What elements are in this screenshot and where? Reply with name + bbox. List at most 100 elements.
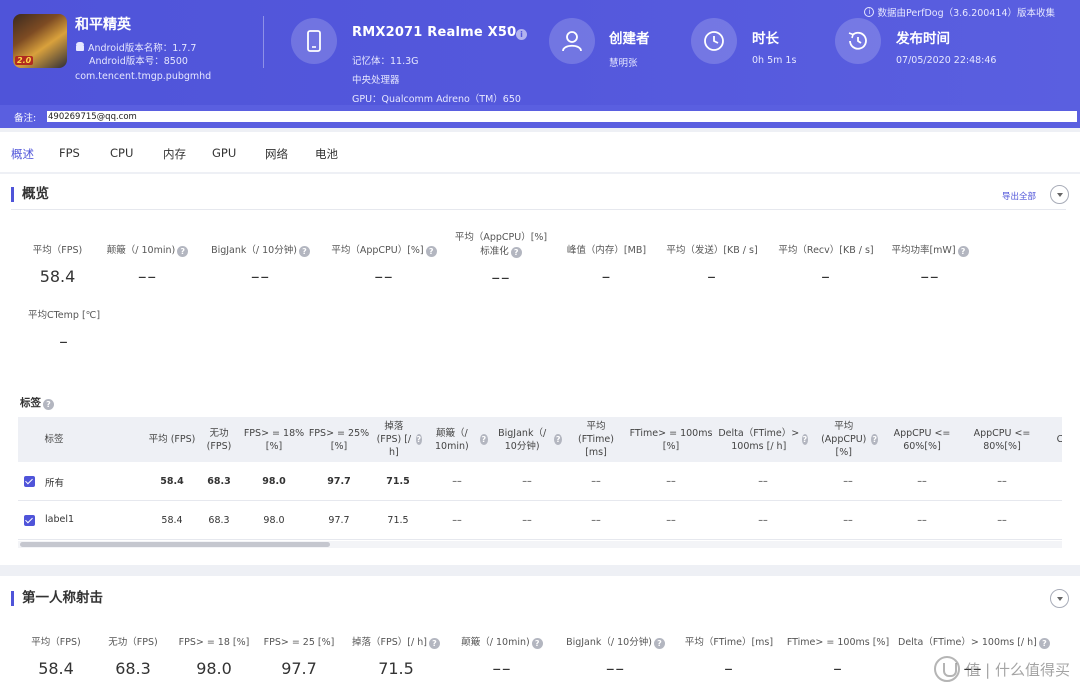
tags-heading: 标签? — [20, 395, 54, 410]
column-header[interactable]: AppCPU <= 80%[%] — [966, 417, 1038, 462]
help-icon[interactable]: ? — [177, 246, 189, 257]
table-row[interactable]: 所有 58.4 68.3 98.0 97.7 71.5 –– –– –– –– … — [18, 462, 1062, 501]
metric-value: –– — [606, 659, 625, 679]
column-header[interactable]: 无功 (FPS) — [196, 417, 242, 462]
metric-avg-power: 平均功率[mW]? –– — [888, 244, 972, 287]
metric-label: 颠簸（/ 10min)? — [100, 244, 195, 258]
table-row[interactable]: label1 58.4 68.3 98.0 97.7 71.5 –– –– ––… — [18, 501, 1062, 540]
column-header[interactable]: 平均 (AppCPU) [%]? — [818, 417, 878, 462]
metric-label: 平均（Recv）[KB / s] — [778, 245, 874, 256]
user-icon — [549, 18, 595, 64]
help-icon[interactable]: ? — [428, 638, 440, 649]
tab-network[interactable]: 网络 — [265, 146, 288, 162]
table-cell: –– — [917, 476, 927, 487]
metric-value: – — [821, 267, 831, 287]
help-icon[interactable]: ? — [554, 434, 562, 445]
table-cell: –– — [666, 476, 676, 487]
column-header[interactable]: Delta（FTime）> 100ms [/ h]? — [718, 417, 808, 462]
remark-input[interactable] — [47, 111, 1077, 122]
device-name: RMX2071 Realme X50 — [352, 25, 517, 40]
fps-panel: 第一人称射击 平均（FPS) 58.4 无功（FPS) 68.3 FPS> = … — [0, 576, 1080, 697]
metric-value: –– — [251, 267, 270, 287]
column-header[interactable]: FPS> = 25% [%] — [306, 417, 372, 462]
phone-icon — [291, 18, 337, 64]
help-icon[interactable]: ? — [1038, 638, 1050, 649]
tags-table: 标签 平均 (FPS) 无功 (FPS) FPS> = 18% [%] FPS>… — [18, 417, 1062, 549]
help-icon[interactable]: ? — [43, 399, 54, 410]
metric-avg-ftime: 平均（FTime）[ms] – — [682, 636, 776, 679]
metric-value: – — [707, 267, 717, 287]
help-icon[interactable]: ? — [531, 638, 543, 649]
metric-label: 无功（FPS) — [108, 637, 158, 648]
android-version-code: Android版本号：8500 — [89, 56, 188, 67]
help-icon[interactable]: ? — [510, 247, 522, 258]
help-icon[interactable]: ? — [425, 246, 437, 257]
device-more-button[interactable]: ··· — [498, 22, 510, 37]
column-header[interactable]: 平均 (FPS) — [148, 417, 196, 462]
metric-label: 平均功率[mW]? — [888, 244, 972, 258]
help-icon[interactable]: ? — [298, 246, 310, 257]
metric-bigjank: BigJank（/ 10分钟)? –– — [558, 636, 673, 679]
column-header[interactable]: 平均 (FTime) [ms] — [572, 417, 620, 462]
column-header[interactable]: 掉落 (FPS) [/ h]? — [374, 417, 422, 462]
help-icon[interactable]: ? — [479, 434, 488, 445]
overview-panel: 概览 导出全部 平均（FPS) 58.4 颠簸（/ 10min)? –– Big… — [0, 174, 1080, 565]
metric-label-text: Delta（FTime）> 100ms [/ h] — [898, 637, 1037, 648]
column-header[interactable]: FTime> = 100ms [%] — [628, 417, 714, 462]
table-cell: 98.0 — [263, 515, 285, 526]
help-icon[interactable]: ? — [653, 638, 665, 649]
overview-title: 概览 — [11, 187, 49, 202]
help-icon[interactable]: ? — [415, 434, 422, 445]
metric-label: 平均（FPS) — [32, 245, 83, 256]
column-header[interactable]: FPS> = 18% [%] — [242, 417, 306, 462]
metric-label: 平均（AppCPU）[%] — [454, 232, 548, 243]
tab-battery[interactable]: 电池 — [315, 146, 338, 162]
row-name: label1 — [45, 514, 75, 525]
device-gpu: GPU：Qualcomm Adreno（TM）650 — [352, 94, 521, 105]
column-header[interactable]: 标签 — [18, 417, 90, 462]
metric-avg-appcpu-normalized: 平均（AppCPU）[%] 标准化? –– — [450, 231, 552, 288]
app-icon: 2.0 — [13, 14, 67, 68]
metric-label: 颠簸（/ 10min)? — [454, 636, 550, 650]
tab-cpu[interactable]: CPU — [110, 146, 133, 160]
column-header[interactable]: C — [1054, 417, 1062, 462]
column-header[interactable]: BigJank（/ 10分钟)? — [492, 417, 562, 462]
device-info-icon[interactable]: i — [516, 29, 527, 40]
tab-overview[interactable]: 概述 — [11, 146, 34, 162]
table-cell: 68.3 — [208, 515, 230, 526]
row-checkbox[interactable] — [24, 476, 35, 487]
android-version-code-line: Android版本号：8500 — [89, 53, 188, 67]
tab-gpu[interactable]: GPU — [212, 146, 236, 160]
metric-value: 58.4 — [39, 267, 76, 286]
table-cell: 71.5 — [387, 515, 409, 526]
fps-collapse-button[interactable] — [1050, 589, 1069, 608]
duration-value: 0h 5m 1s — [752, 55, 797, 66]
tab-fps[interactable]: FPS — [59, 146, 80, 160]
table-cell: –– — [843, 476, 853, 487]
row-name-cell: label1 — [18, 501, 146, 540]
table-horizontal-scrollbar[interactable] — [18, 541, 1062, 548]
tab-memory[interactable]: 内存 — [163, 146, 186, 162]
metric-value: 98.0 — [196, 659, 232, 678]
scrollbar-thumb[interactable] — [20, 542, 330, 547]
column-header[interactable]: AppCPU <= 60%[%] — [886, 417, 958, 462]
export-all-link[interactable]: 导出全部 — [1002, 190, 1036, 202]
metric-label: 掉落（FPS）[/ h]? — [346, 636, 446, 650]
metric-label-text: BigJank（/ 10分钟) — [566, 637, 652, 648]
table-cell: 71.5 — [386, 476, 410, 487]
metric-value: –– — [138, 267, 157, 287]
table-cell: –– — [758, 476, 768, 487]
overview-collapse-button[interactable] — [1050, 185, 1069, 204]
help-icon[interactable]: ? — [871, 434, 878, 445]
metric-label-text: 颠簸（/ 10min) — [106, 245, 176, 256]
column-header[interactable]: 颠簸（/ 10min)? — [426, 417, 488, 462]
metric-label-text: 掉落（FPS）[/ h] — [352, 637, 427, 648]
help-icon[interactable]: ? — [801, 434, 808, 445]
tags-table-header: 标签 平均 (FPS) 无功 (FPS) FPS> = 18% [%] FPS>… — [18, 417, 1062, 462]
publish-value: 07/05/2020 22:48:46 — [896, 55, 997, 66]
table-cell: –– — [522, 476, 532, 487]
row-checkbox[interactable] — [24, 515, 35, 526]
metric-jank: 颠簸（/ 10min)? –– — [454, 636, 550, 679]
creator-value: 慧明张 — [609, 58, 638, 69]
help-icon[interactable]: ? — [957, 246, 969, 257]
